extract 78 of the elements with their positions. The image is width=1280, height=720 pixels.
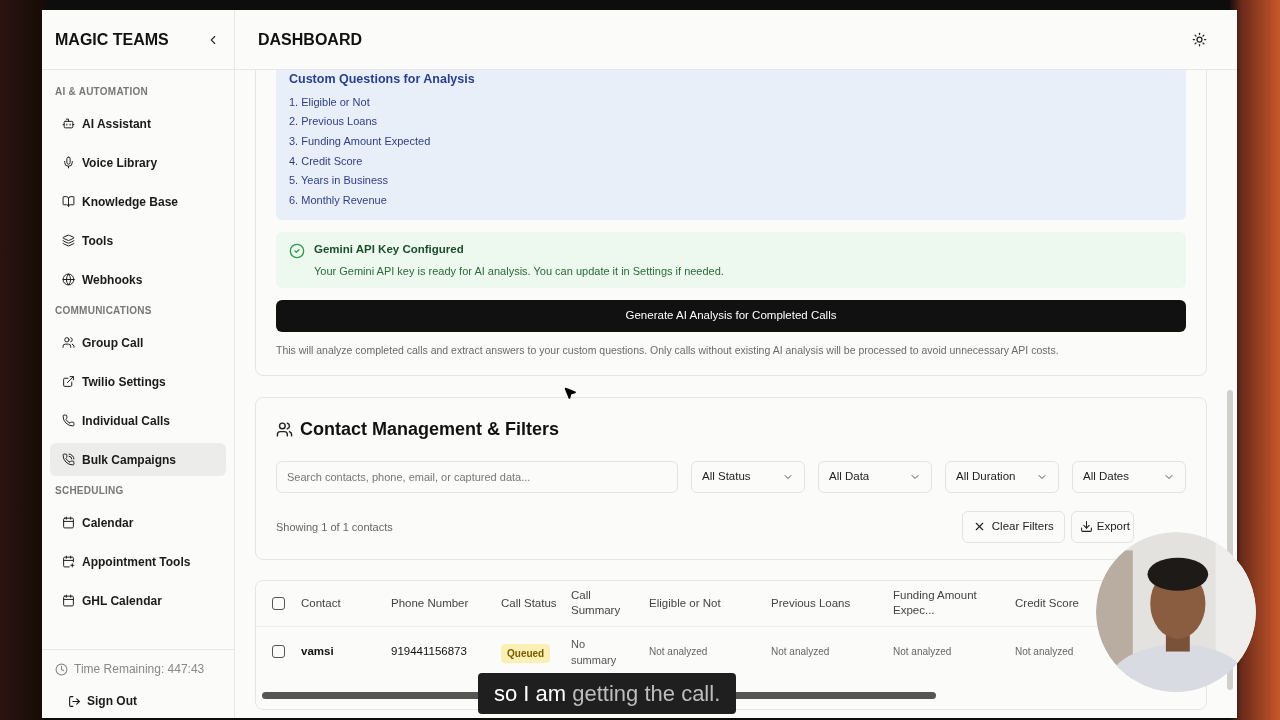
sidebar-item[interactable]: AI Assistant — [50, 107, 226, 140]
layers-icon — [62, 234, 75, 247]
sidebar-item[interactable]: Voice Library — [50, 146, 226, 179]
question-item: 3. Funding Amount Expected — [289, 133, 432, 149]
sidebar-item[interactable]: Twilio Settings — [50, 365, 226, 398]
theme-toggle[interactable] — [1192, 32, 1207, 47]
table-cell-text: Not analyzed — [1015, 645, 1075, 660]
column-header: Previous Loans — [771, 595, 852, 611]
column-header: Phone Number — [391, 595, 470, 611]
question-item: 1. Eligible or Not — [289, 94, 371, 110]
external-link-icon — [62, 375, 75, 388]
clock-icon — [55, 662, 68, 676]
calendar-plus-icon — [62, 555, 75, 568]
sidebar-item[interactable]: Individual Calls — [50, 404, 226, 437]
sun-icon — [1192, 32, 1207, 47]
notice-text: Your Gemini API key is ready for AI analysis. You can update it in Settings if needed. — [314, 263, 724, 279]
column-header: Contact — [301, 595, 342, 611]
filter-dropdown[interactable]: All Data — [818, 460, 932, 493]
table-cell-text: Not analyzed — [893, 645, 953, 660]
section-heading: Contact Management & Filters — [300, 417, 560, 441]
sign-out-icon — [68, 694, 81, 708]
users-icon — [62, 336, 75, 349]
caption: so I am getting the call. — [478, 673, 737, 714]
filter-dropdown[interactable]: All Dates — [1072, 460, 1186, 493]
sidebar-item[interactable]: Tools — [50, 224, 226, 257]
table-cell-text: vamsi — [301, 644, 335, 660]
cursor-icon — [563, 386, 577, 400]
check-circle-icon — [289, 243, 305, 260]
sidebar-item[interactable]: Appointment Tools — [50, 545, 226, 578]
book-icon — [62, 195, 75, 208]
calendar-icon — [62, 594, 75, 607]
users-icon — [276, 420, 293, 438]
questions-title: Custom Questions for Analysis — [289, 71, 476, 88]
column-header: Eligible or Not — [649, 595, 722, 611]
generate-analysis-button[interactable]: Generate AI Analysis for Completed Calls — [276, 300, 1186, 333]
sign-out-button[interactable]: Sign Out — [68, 692, 137, 710]
sidebar-item[interactable]: Calendar — [50, 506, 226, 539]
sidebar-item[interactable]: Knowledge Base — [50, 185, 226, 218]
phone-icon — [62, 414, 75, 427]
section-label: AI & AUTOMATION — [54, 85, 149, 99]
sidebar-item[interactable]: Bulk Campaigns — [50, 443, 226, 476]
status-badge: Queued — [501, 643, 551, 663]
notice-title: Gemini API Key Configured — [314, 242, 465, 258]
filter-dropdown[interactable]: All Duration — [945, 460, 1059, 493]
question-item: 2. Previous Loans — [289, 114, 379, 130]
section-label: SCHEDULING — [54, 484, 125, 498]
header-checkbox[interactable] — [272, 596, 285, 610]
column-header: Call Summary — [571, 588, 622, 619]
calendar-icon — [62, 516, 75, 529]
column-header: Funding Amount Expec... — [893, 588, 978, 619]
clear-filters-button[interactable]: Clear Filters — [961, 510, 1065, 543]
phone-call-icon — [62, 453, 75, 466]
question-item: 4. Credit Score — [289, 153, 364, 169]
table-cell-text: Not analyzed — [649, 645, 709, 660]
search-field[interactable]: Search contacts, phone, email, or captured data... — [276, 460, 678, 493]
robot-icon — [62, 117, 75, 130]
question-item: 6. Monthly Revenue — [289, 192, 388, 208]
results-count: Showing 1 of 1 contacts — [276, 519, 393, 535]
brand-title: MAGIC TEAMS — [55, 29, 169, 50]
column-header: Credit Score — [1015, 595, 1080, 611]
row-checkbox[interactable] — [272, 645, 285, 659]
table-cell-text: Not analyzed — [771, 645, 831, 660]
analysis-note: This will analyze completed calls and extract answers to your custom questions. Only calls without existing AI analysis will be processed to avoid unnecessary API costs. — [276, 343, 1060, 359]
microphone-icon — [62, 156, 75, 169]
sidebar-item[interactable]: Webhooks — [50, 263, 226, 296]
time-remaining: Time Remaining: 447:43 — [74, 661, 205, 678]
sidebar-item[interactable]: Group Call — [50, 326, 226, 359]
column-header: Call Status — [501, 595, 558, 611]
table-cell-text: 919441156873 — [391, 644, 468, 660]
table-cell-text: No summary — [571, 636, 618, 668]
filter-dropdown[interactable]: All Status — [691, 460, 805, 493]
globe-icon — [62, 273, 75, 286]
sidebar-item[interactable]: GHL Calendar — [50, 584, 226, 617]
section-label: COMMUNICATIONS — [54, 304, 153, 318]
question-item: 5. Years in Business — [289, 173, 390, 189]
export-button[interactable]: Export — [1070, 510, 1134, 543]
page-title: DASHBOARD — [258, 29, 362, 50]
download-icon — [1079, 520, 1093, 534]
